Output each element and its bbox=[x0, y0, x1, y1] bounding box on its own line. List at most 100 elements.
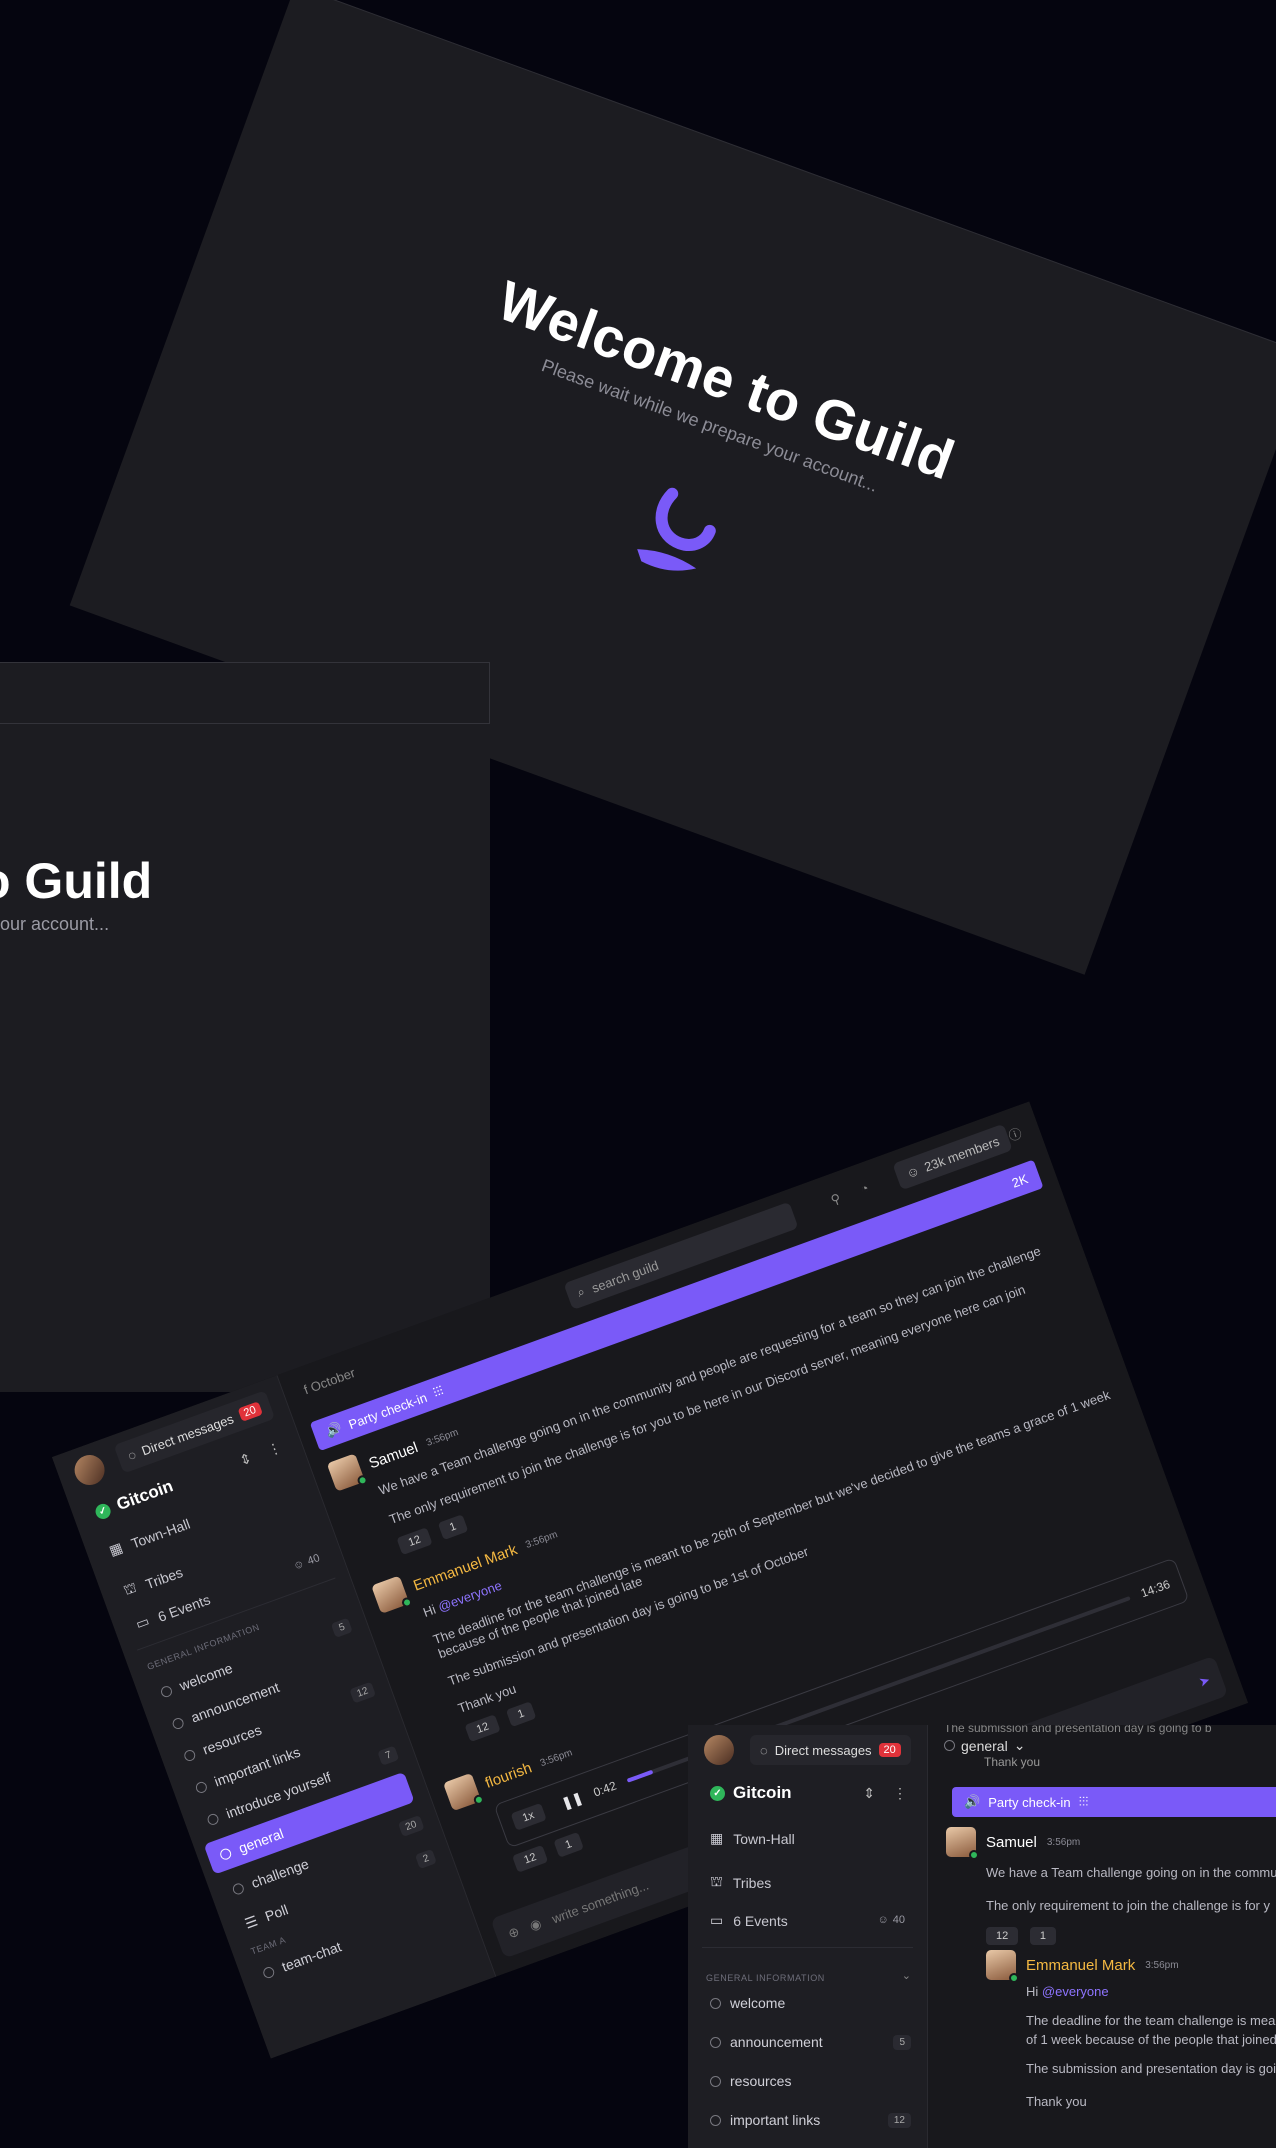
message-samuel: Samuel 3:56pm We have a Team challenge g… bbox=[946, 1827, 1276, 1945]
server-switcher[interactable]: ✓ Gitcoin bbox=[710, 1783, 792, 1803]
nav-events[interactable]: ▭ 6 Events bbox=[710, 1912, 788, 1929]
calendar-icon: ▭ bbox=[133, 1612, 152, 1632]
online-indicator bbox=[472, 1793, 486, 1807]
reaction[interactable]: 1 bbox=[505, 1701, 537, 1728]
divider bbox=[702, 1947, 913, 1948]
verified-icon: ✓ bbox=[710, 1785, 725, 1801]
current-channel: general bbox=[961, 1737, 1008, 1754]
dm-count-badge: 20 bbox=[237, 1401, 263, 1423]
avatar[interactable] bbox=[704, 1735, 734, 1765]
message-author[interactable]: Samuel bbox=[986, 1834, 1037, 1851]
reaction[interactable]: 1 bbox=[1029, 1927, 1056, 1945]
server-controls: ⇕ ⋮ bbox=[863, 1785, 907, 1802]
channel-welcome[interactable]: welcome bbox=[710, 1990, 911, 2016]
avatar[interactable] bbox=[946, 1827, 979, 1860]
channel-count: 2 bbox=[415, 1848, 437, 1869]
message-text: Thank you bbox=[984, 1755, 1041, 1769]
guild-app-flat: ◌ Direct messages 20 ✓ Gitcoin ⇕ ⋮ ▦ Tow… bbox=[688, 1725, 1276, 2148]
chevron-down-icon[interactable]: ⌄ bbox=[902, 1969, 911, 1982]
channel-name: Poll bbox=[262, 1901, 291, 1925]
message-text: of 1 week because of the people that joi… bbox=[1026, 2032, 1276, 2047]
pause-icon[interactable]: ❚❚ bbox=[559, 1790, 585, 1812]
chevron-down-icon: ⌄ bbox=[1013, 1737, 1026, 1753]
poll-icon: ☰ bbox=[242, 1911, 260, 1932]
channel-selector[interactable]: general ⌄ bbox=[944, 1737, 1025, 1754]
more-vertical-icon[interactable]: ⋮ bbox=[265, 1439, 284, 1460]
message-author[interactable]: Samuel bbox=[366, 1439, 420, 1472]
nav-tribes[interactable]: ⛫ Tribes bbox=[121, 1562, 185, 1601]
online-indicator bbox=[400, 1596, 414, 1609]
nav-tribes[interactable]: ⛫ Tribes bbox=[710, 1873, 771, 1892]
voice-progress-fill bbox=[626, 1769, 653, 1783]
welcome-title-fragment: o Guild bbox=[0, 853, 153, 909]
chevron-updown-icon[interactable]: ⇕ bbox=[237, 1450, 254, 1470]
channel-name: announcement bbox=[730, 2034, 823, 2050]
avatar[interactable] bbox=[371, 1575, 414, 1614]
channel-name: team-chat bbox=[279, 1938, 344, 1975]
message-author[interactable]: flourish bbox=[483, 1759, 534, 1792]
more-vertical-icon[interactable]: ⋮ bbox=[893, 1785, 907, 1802]
reaction[interactable]: 1 bbox=[437, 1514, 469, 1541]
channel-count: 5 bbox=[893, 2034, 911, 2050]
welcome-title: Welcome to Guild bbox=[490, 268, 963, 492]
reaction[interactable]: 12 bbox=[512, 1844, 549, 1873]
welcome-header: Welcome to Guild Please wait while we pr… bbox=[199, 165, 1245, 621]
playback-speed-button[interactable]: 1x bbox=[510, 1802, 547, 1831]
tribes-icon: ⛫ bbox=[121, 1578, 139, 1599]
channel-name: challenge bbox=[249, 1855, 311, 1892]
message-author[interactable]: Emmanuel Mark bbox=[1026, 1957, 1135, 1974]
reaction[interactable]: 1 bbox=[553, 1831, 584, 1858]
online-indicator bbox=[1009, 1973, 1019, 1983]
reaction[interactable]: 12 bbox=[396, 1527, 433, 1556]
reaction[interactable]: 12 bbox=[986, 1927, 1019, 1945]
channel-count: 12 bbox=[349, 1681, 376, 1704]
nav-town-hall[interactable]: ▦ Town-Hall bbox=[107, 1515, 192, 1560]
welcome-card-cropped: o Guild our account... bbox=[0, 662, 490, 1392]
top-strip bbox=[0, 662, 490, 724]
server-switcher[interactable]: ✓ Gitcoin bbox=[92, 1476, 176, 1523]
chat-main: The submission and presentation day is g… bbox=[928, 1725, 1276, 2148]
reaction[interactable]: 12 bbox=[464, 1714, 501, 1743]
search-placeholder: search guild bbox=[589, 1257, 661, 1296]
channel-icon-wrap bbox=[944, 1740, 955, 1751]
message-time: 3:56pm bbox=[538, 1746, 574, 1769]
channel-icon bbox=[261, 1965, 276, 1980]
avatar[interactable] bbox=[986, 1950, 1019, 1983]
nav-town-hall[interactable]: ▦ Town-Hall bbox=[710, 1830, 795, 1847]
channel-icon bbox=[170, 1716, 186, 1731]
plus-icon[interactable]: ⊕ bbox=[506, 1923, 522, 1942]
party-label: Party check-in bbox=[988, 1794, 1071, 1810]
server-name: Gitcoin bbox=[114, 1476, 176, 1515]
mic-icon[interactable]: ◉ bbox=[528, 1915, 544, 1934]
avatar[interactable] bbox=[326, 1453, 369, 1492]
dm-label: Direct messages bbox=[139, 1410, 236, 1459]
message-text: The only requirement to join the challen… bbox=[986, 1898, 1270, 1913]
tribes-member-count: ☺ 40 bbox=[292, 1552, 322, 1573]
channel-name: important links bbox=[730, 2112, 821, 2128]
bell-icon[interactable]: ◔ bbox=[858, 1180, 871, 1198]
channel-resources[interactable]: resources bbox=[710, 2068, 911, 2094]
avatar[interactable] bbox=[442, 1772, 486, 1812]
message-time: 3:56pm bbox=[1046, 1836, 1081, 1848]
pin-icon[interactable]: ⚲ bbox=[829, 1190, 843, 1208]
chevron-updown-icon[interactable]: ⇕ bbox=[863, 1785, 875, 1802]
party-check-in-bar[interactable]: 🔊 Party check-in ⫶⫶⫶ bbox=[952, 1787, 1276, 1817]
mention-link[interactable]: @everyone bbox=[1042, 1984, 1109, 1999]
nav-town-hall-label: Town-Hall bbox=[128, 1515, 193, 1552]
dm-label: Direct messages bbox=[774, 1742, 872, 1758]
channel-count: 20 bbox=[397, 1814, 425, 1837]
message-text: We have a Team challenge going on in the… bbox=[986, 1865, 1276, 1880]
breadcrumb: f October bbox=[301, 1364, 358, 1398]
avatar[interactable] bbox=[70, 1450, 109, 1490]
channel-important-links[interactable]: important links 12 bbox=[710, 2107, 911, 2133]
online-indicator bbox=[356, 1473, 369, 1487]
speaker-icon: 🔊 bbox=[964, 1794, 981, 1809]
nav-town-hall-label: Town-Hall bbox=[733, 1830, 795, 1847]
channel-announcement[interactable]: announcement 5 bbox=[710, 2029, 911, 2055]
voice-elapsed: 0:42 bbox=[591, 1778, 619, 1800]
channel-icon bbox=[205, 1811, 220, 1826]
direct-messages-button[interactable]: ◌ Direct messages 20 bbox=[750, 1735, 911, 1765]
grid-icon: ▦ bbox=[710, 1830, 724, 1846]
server-controls: ⇕ ⋮ bbox=[237, 1439, 284, 1470]
send-icon[interactable]: ➤ bbox=[1197, 1672, 1213, 1691]
